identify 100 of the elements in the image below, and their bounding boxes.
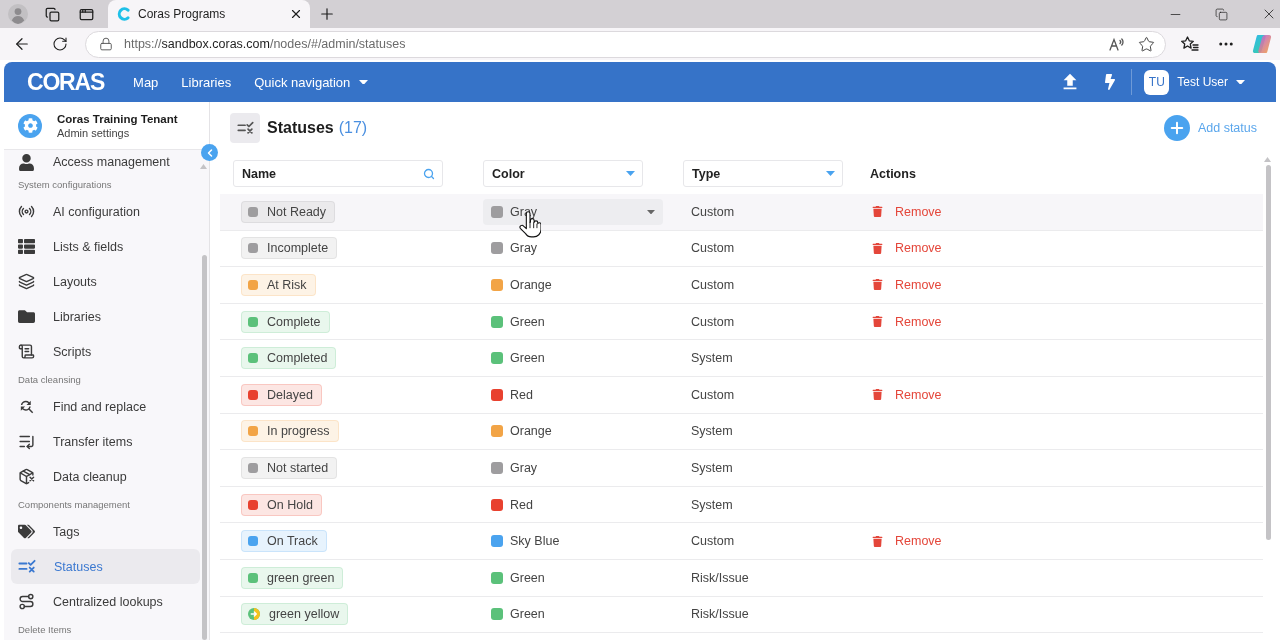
status-type: Custom	[690, 241, 735, 256]
sidebar-item[interactable]: Find and replace	[11, 389, 200, 424]
stacked-squares-icon[interactable]	[44, 6, 60, 22]
color-name: Red	[510, 387, 533, 402]
trash-icon	[872, 389, 883, 401]
section-heading: Components management	[17, 497, 131, 512]
sidebar-item[interactable]: Centralized lookups	[11, 584, 200, 619]
favorites-icon[interactable]	[1181, 36, 1199, 52]
sidebar-item[interactable]: Transfer items	[11, 424, 200, 459]
sidebar-item[interactable]: Access management	[11, 150, 200, 174]
remove-button[interactable]: Remove	[872, 387, 942, 402]
dropdown-filter[interactable]: Color	[483, 160, 643, 187]
color-name: Green	[510, 314, 545, 329]
status-name: Not Ready	[267, 204, 327, 219]
back-icon[interactable]	[13, 35, 31, 53]
refresh-icon[interactable]	[52, 36, 68, 52]
remove-button[interactable]: Remove	[872, 314, 942, 329]
remove-button[interactable]: Remove	[872, 241, 942, 256]
sidebar-scrollbar[interactable]	[202, 255, 207, 640]
sidebar-item[interactable]: Layouts	[11, 264, 200, 299]
sidebar-item[interactable]: Statuses	[11, 549, 200, 584]
status-name: Completed	[267, 351, 328, 366]
status-type: Risk/Issue	[690, 607, 749, 622]
status-type: Custom	[690, 314, 735, 329]
sidebar-item[interactable]: Data cleanup	[11, 459, 200, 494]
route-icon	[18, 593, 35, 610]
plus-icon	[1163, 115, 1190, 141]
item-count: (17)	[338, 119, 368, 137]
remove-button[interactable]: Remove	[872, 534, 942, 549]
status-name: Not started	[267, 460, 329, 475]
caret-down-icon	[1236, 79, 1245, 85]
antenna-icon	[18, 203, 35, 220]
sidebar-item[interactable]: Libraries	[11, 299, 200, 334]
settings-icon	[18, 113, 42, 138]
status-name: In progress	[267, 424, 330, 439]
sidebar-item[interactable]: Tags	[11, 514, 200, 549]
scroll-icon	[18, 343, 35, 360]
status-name: Complete	[267, 314, 321, 329]
status-name: green green	[267, 570, 335, 585]
browser-tab[interactable]: Coras Programs	[108, 0, 310, 28]
nav-menu-button[interactable]: Quick navigation	[254, 68, 369, 96]
section-heading: Data cleansing	[17, 372, 82, 387]
logo[interactable]: CORAS	[27, 68, 105, 96]
tenant-subtitle: Admin settings	[57, 126, 131, 139]
status-type: System	[690, 424, 733, 439]
color-name: Red	[510, 497, 533, 512]
remove-button[interactable]: Remove	[872, 204, 942, 219]
trash-icon	[872, 206, 883, 218]
close-icon[interactable]	[289, 7, 303, 21]
search-filter-field[interactable]: Name	[233, 160, 443, 187]
sidebar-item[interactable]: Scripts	[11, 334, 200, 369]
lock-icon[interactable]	[99, 37, 113, 51]
trash-icon	[872, 535, 883, 547]
user-menu-button[interactable]: TU Test User	[1144, 67, 1245, 97]
column-header: Actions	[870, 166, 916, 181]
table-scrollbar[interactable]	[1266, 165, 1271, 540]
collapse-sidebar-button[interactable]	[201, 144, 218, 161]
layers-icon	[18, 273, 35, 290]
trash-icon	[872, 279, 883, 291]
color-name: Orange	[510, 424, 552, 439]
user-avatar: TU	[1144, 69, 1170, 95]
status-name: Delayed	[267, 387, 313, 402]
color-name: Green	[510, 570, 545, 585]
caret-down-icon	[359, 79, 369, 85]
trash-icon	[872, 316, 883, 328]
caret-down-icon	[826, 171, 835, 176]
color-name: Green	[510, 607, 545, 622]
package-x-icon	[18, 468, 35, 485]
status-type: Risk/Issue	[690, 570, 749, 585]
tags-icon	[18, 523, 35, 540]
color-name: Gray	[510, 460, 538, 475]
sidebar-item[interactable]: Lists & fields	[11, 229, 200, 264]
window-icon[interactable]	[78, 6, 94, 22]
status-type: Custom	[690, 278, 735, 292]
status-name: On Hold	[267, 497, 313, 512]
caret-down-icon	[626, 171, 635, 176]
status-name: On Track	[267, 534, 318, 549]
status-type: Custom	[690, 387, 735, 402]
read-aloud-icon[interactable]	[1109, 37, 1125, 51]
status-name: Incomplete	[267, 241, 329, 256]
color-name: Sky Blue	[510, 534, 560, 549]
trash-icon	[872, 242, 883, 254]
gradient-logo-icon[interactable]	[1252, 34, 1272, 54]
nav-link[interactable]: Libraries	[181, 68, 232, 96]
address-bar[interactable]: https://sandbox.coras.com/nodes/#/admin/statuses	[85, 30, 1166, 58]
new-tab-icon[interactable]	[318, 5, 336, 23]
list-check-icon	[18, 559, 36, 574]
list-icon	[18, 238, 35, 255]
dropdown-filter[interactable]: Type	[683, 160, 843, 187]
find-replace-icon	[18, 398, 35, 415]
remove-button[interactable]: Remove	[872, 278, 942, 292]
status-name: At Risk	[267, 278, 307, 292]
restore-icon[interactable]	[1215, 7, 1228, 21]
star-icon[interactable]	[1138, 35, 1155, 53]
status-type: System	[690, 497, 733, 512]
status-name: green yellow	[269, 607, 340, 622]
page-title: Statuses	[267, 119, 334, 137]
section-heading: Delete Items	[17, 622, 73, 637]
sidebar-item[interactable]: AI configuration	[11, 194, 200, 229]
nav-link[interactable]: Map	[133, 68, 159, 96]
